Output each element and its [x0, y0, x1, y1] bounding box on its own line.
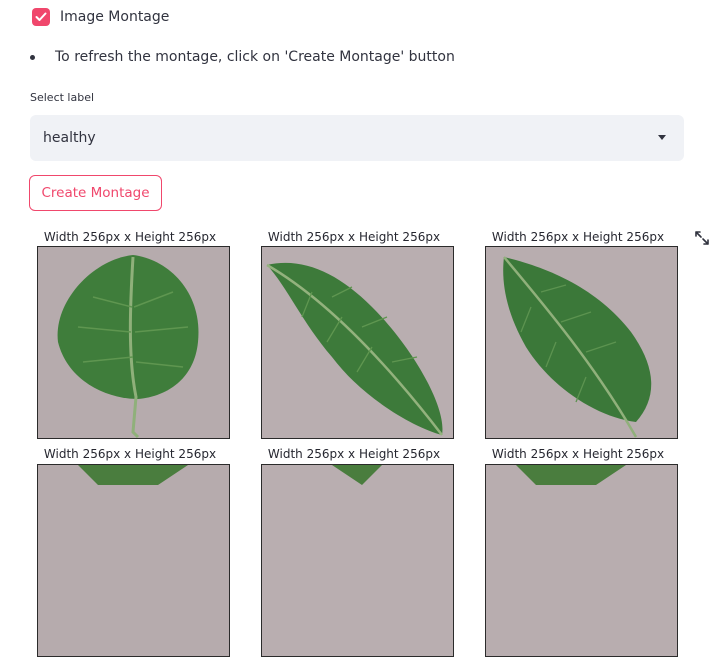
- leaf-image: [37, 246, 230, 439]
- select-value: healthy: [43, 130, 96, 146]
- image-montage-checkbox[interactable]: Image Montage: [32, 8, 169, 26]
- leaf-image: [261, 246, 454, 439]
- montage-cell: Width 256px x Height 256px: [478, 229, 678, 439]
- montage-cell: Width 256px x Height 256px: [30, 446, 230, 657]
- leaf-image: [485, 464, 678, 657]
- select-label: Select label: [30, 91, 95, 104]
- bullet-dot: [30, 54, 35, 60]
- leaf-image: [261, 464, 454, 657]
- check-icon[interactable]: [32, 8, 50, 26]
- create-montage-button[interactable]: Create Montage: [29, 175, 162, 211]
- expand-icon[interactable]: [694, 230, 710, 246]
- montage-cell: Width 256px x Height 256px: [478, 446, 678, 657]
- image-caption: Width 256px x Height 256px: [491, 230, 665, 244]
- label-select[interactable]: healthy: [30, 115, 684, 161]
- instruction-bullet: To refresh the montage, click on 'Create…: [30, 49, 455, 65]
- checkbox-label[interactable]: Image Montage: [60, 9, 169, 25]
- montage-cell: Width 256px x Height 256px: [30, 229, 230, 439]
- image-caption: Width 256px x Height 256px: [43, 230, 217, 244]
- image-caption: Width 256px x Height 256px: [43, 447, 217, 461]
- caret-down-icon[interactable]: [658, 135, 666, 140]
- leaf-image: [485, 246, 678, 439]
- image-caption: Width 256px x Height 256px: [267, 230, 441, 244]
- leaf-image: [37, 464, 230, 657]
- image-caption: Width 256px x Height 256px: [491, 447, 665, 461]
- image-caption: Width 256px x Height 256px: [267, 447, 441, 461]
- montage-cell: Width 256px x Height 256px: [254, 229, 454, 439]
- montage-cell: Width 256px x Height 256px: [254, 446, 454, 657]
- instruction-text: To refresh the montage, click on 'Create…: [55, 49, 455, 65]
